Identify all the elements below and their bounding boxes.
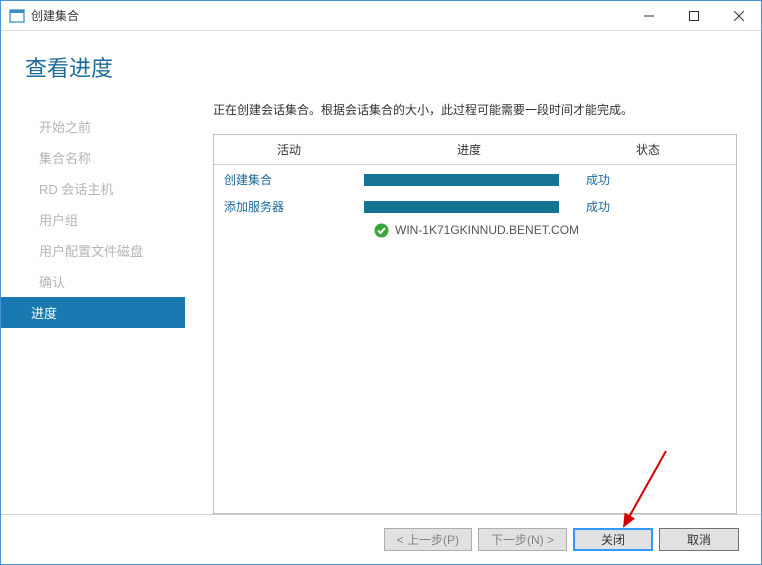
maximize-button[interactable] (671, 1, 716, 30)
nav-progress[interactable]: 进度 (1, 297, 185, 328)
progress-bar-add-server (364, 201, 574, 213)
titlebar: 创建集合 (1, 1, 761, 31)
server-detail-row: WIN-1K71GKINNUD.BENET.COM (214, 219, 736, 245)
nav-collection-name: 集合名称 (1, 142, 185, 173)
wizard-sidebar: 开始之前 集合名称 RD 会话主机 用户组 用户配置文件磁盘 确认 进度 (1, 101, 185, 514)
nav-rd-session-host: RD 会话主机 (1, 173, 185, 204)
wizard-window: 创建集合 查看进度 开始之前 集合名称 RD 会话主机 用户组 用户配置文件磁盘… (0, 0, 762, 565)
close-button[interactable]: 关闭 (573, 528, 653, 551)
nav-user-profile-disk: 用户配置文件磁盘 (1, 235, 185, 266)
cancel-button[interactable]: 取消 (659, 528, 739, 551)
nav-confirm: 确认 (1, 266, 185, 297)
activity-add-server: 添加服务器 (224, 198, 364, 215)
next-button: 下一步(N) > (478, 528, 567, 551)
minimize-button[interactable] (626, 1, 671, 30)
progress-box: 活动 进度 状态 创建集合 成功 添加服务器 成功 (213, 134, 737, 514)
progress-table-header: 活动 进度 状态 (214, 135, 736, 165)
previous-button: < 上一步(P) (384, 528, 472, 551)
header-activity: 活动 (214, 141, 364, 158)
success-check-icon (374, 223, 389, 241)
header-status: 状态 (574, 141, 722, 158)
window-title: 创建集合 (31, 7, 626, 24)
intro-text: 正在创建会话集合。根据会话集合的大小，此过程可能需要一段时间才能完成。 (213, 101, 737, 118)
close-window-button[interactable] (716, 1, 761, 30)
window-controls (626, 1, 761, 30)
status-add-server: 成功 (574, 198, 714, 215)
server-name: WIN-1K71GKINNUD.BENET.COM (395, 223, 579, 239)
status-create: 成功 (574, 171, 714, 188)
app-icon (9, 8, 25, 24)
header-progress: 进度 (364, 141, 574, 158)
footer: < 上一步(P) 下一步(N) > 关闭 取消 (1, 514, 761, 564)
body: 查看进度 开始之前 集合名称 RD 会话主机 用户组 用户配置文件磁盘 确认 进… (1, 31, 761, 564)
progress-row-add-server: 添加服务器 成功 (214, 192, 736, 219)
progress-row-create: 创建集合 成功 (214, 165, 736, 192)
nav-before-start: 开始之前 (1, 111, 185, 142)
content-panel: 正在创建会话集合。根据会话集合的大小，此过程可能需要一段时间才能完成。 活动 进… (185, 101, 737, 514)
progress-bar-create (364, 174, 574, 186)
activity-create: 创建集合 (224, 171, 364, 188)
main-content: 开始之前 集合名称 RD 会话主机 用户组 用户配置文件磁盘 确认 进度 正在创… (1, 101, 761, 514)
nav-user-groups: 用户组 (1, 204, 185, 235)
page-heading: 查看进度 (1, 31, 761, 101)
